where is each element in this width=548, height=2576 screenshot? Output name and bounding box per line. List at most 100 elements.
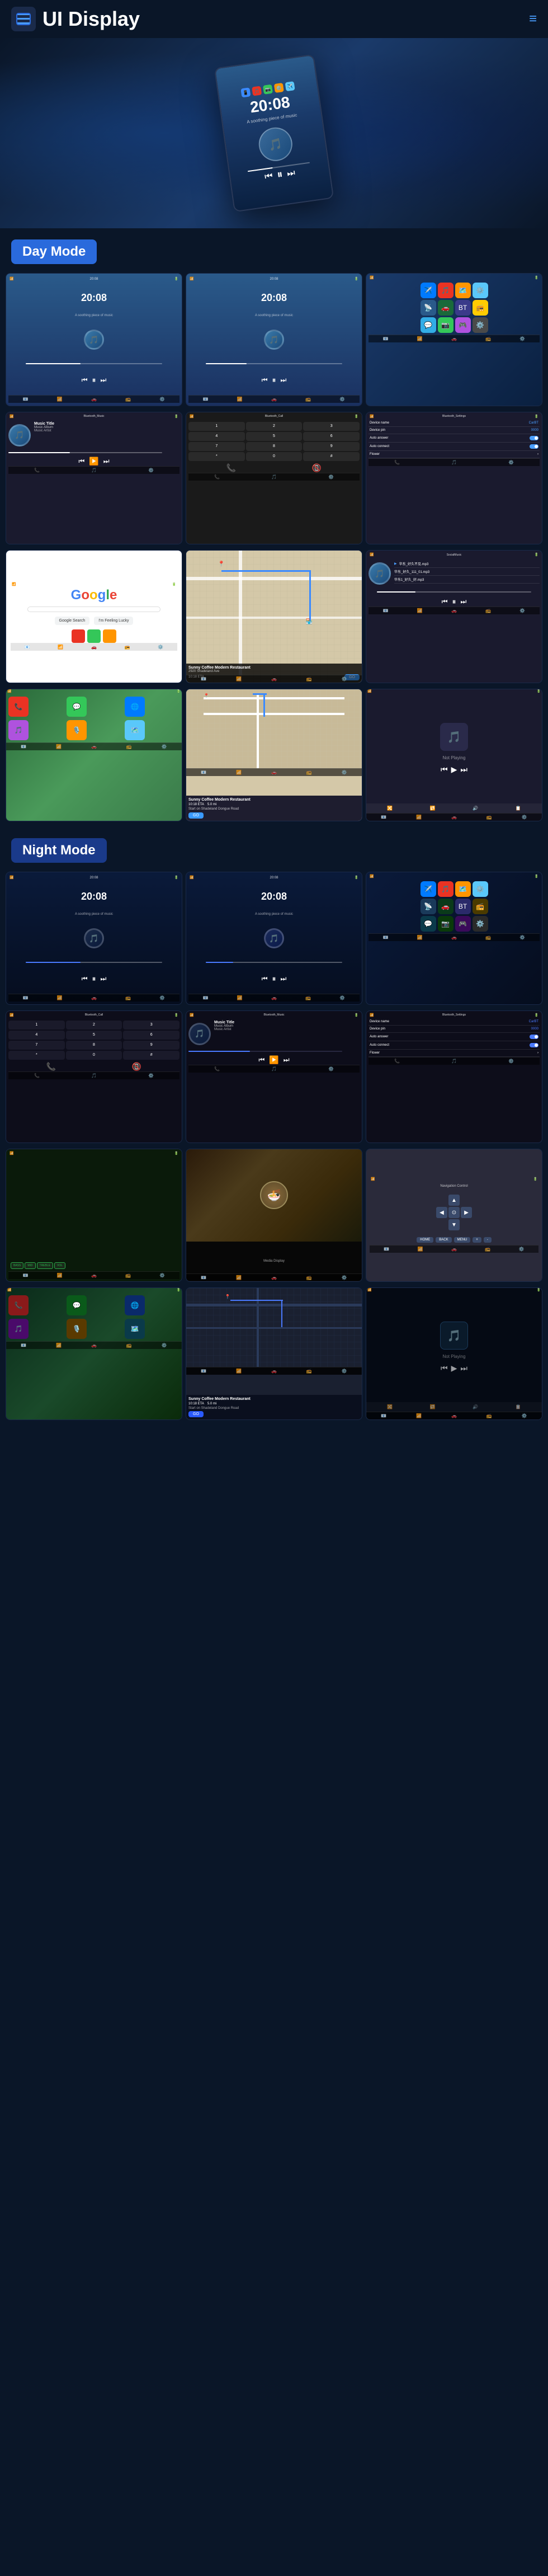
dial-star[interactable]: * (188, 452, 245, 461)
arrow-btn-2[interactable]: BACK (436, 1237, 451, 1243)
launch-podcast[interactable]: 🎙️ (67, 720, 87, 740)
night-media-ctrl-2[interactable]: 🔁 (430, 1404, 436, 1409)
arrow-btn-1[interactable]: HOME (417, 1237, 433, 1243)
dir-down[interactable]: ▼ (448, 1219, 460, 1230)
dial-9[interactable]: 9 (303, 442, 360, 451)
bt-play[interactable]: ▶️ (89, 457, 98, 466)
route-go-btn[interactable]: GO (188, 812, 204, 819)
prev-2[interactable]: ⏮ (262, 376, 268, 384)
night-dial-3[interactable]: 3 (123, 1021, 179, 1030)
night-media-ctrl-4[interactable]: 📋 (516, 1404, 521, 1409)
app-icon-9[interactable]: 💬 (421, 317, 436, 333)
dial-2[interactable]: 2 (246, 422, 303, 431)
night-launch-safari[interactable]: 🌐 (125, 1295, 145, 1315)
night-media-play[interactable]: ▶ (451, 1364, 457, 1373)
night-prev-2[interactable]: ⏮ (262, 975, 268, 983)
wave-ctrl-4[interactable]: VOL (54, 1262, 65, 1269)
night-bt-next[interactable]: ⏭ (284, 1056, 290, 1064)
night-dial-7[interactable]: 7 (8, 1041, 65, 1050)
media-play[interactable]: ▶ (451, 765, 457, 774)
night-dial-0[interactable]: 0 (66, 1051, 122, 1060)
social-prev[interactable]: ⏮ (442, 598, 448, 606)
night-launch-podcast[interactable]: 🎙️ (67, 1319, 87, 1339)
night-prev-1[interactable]: ⏮ (82, 975, 88, 983)
wave-ctrl-2[interactable]: MID (25, 1262, 35, 1269)
play-pause-button[interactable]: ⏸ (276, 168, 284, 182)
night-nav-go-btn[interactable]: GO (188, 1411, 204, 1417)
launch-maps[interactable]: 🗺️ (125, 720, 145, 740)
dir-center[interactable]: ⊙ (448, 1207, 460, 1218)
social-next[interactable]: ⏭ (461, 598, 467, 606)
night-app-7[interactable]: BT (455, 899, 471, 914)
next-1[interactable]: ⏭ (101, 376, 107, 384)
media-ctrl-3[interactable]: 🔊 (473, 806, 478, 811)
dial-1[interactable]: 1 (188, 422, 245, 431)
night-app-3[interactable]: 🗺️ (455, 881, 471, 897)
dial-0[interactable]: 0 (246, 452, 303, 461)
night-app-2[interactable]: 🎵 (438, 881, 453, 897)
end-call-button[interactable]: 📵 (312, 463, 322, 473)
app-icon-12[interactable]: ⚙️ (473, 317, 488, 333)
launch-msg[interactable]: 💬 (67, 697, 87, 717)
night-media-next[interactable]: ⏭ (460, 1364, 467, 1373)
google-search-btn[interactable]: Google Search (55, 617, 90, 625)
menu-icon[interactable]: ≡ (529, 11, 537, 27)
social-play[interactable]: ⏸ (452, 597, 456, 607)
night-launch-maps[interactable]: 🗺️ (125, 1319, 145, 1339)
social-item-1[interactable]: ▶ 华东_好久不见.mp3 (394, 560, 540, 568)
night-launch-msg[interactable]: 💬 (67, 1295, 87, 1315)
night-call-btn[interactable]: 📞 (46, 1062, 56, 1071)
app-icon-8[interactable]: 📻 (473, 300, 488, 316)
bt-prev[interactable]: ⏮ (78, 457, 84, 466)
dial-5[interactable]: 5 (246, 432, 303, 441)
dial-7[interactable]: 7 (188, 442, 245, 451)
night-dial-9[interactable]: 9 (123, 1041, 179, 1050)
arrow-btn-4[interactable]: + (473, 1237, 481, 1243)
prev-button[interactable]: ⏮ (264, 171, 273, 182)
app-icon-3[interactable]: 🗺️ (455, 283, 471, 298)
bt-next[interactable]: ⏭ (103, 457, 110, 466)
prev-1[interactable]: ⏮ (82, 376, 88, 384)
night-dial-star[interactable]: * (8, 1051, 65, 1060)
night-app-5[interactable]: 📡 (421, 899, 436, 914)
app-icon-5[interactable]: 📡 (421, 300, 436, 316)
night-bt-prev[interactable]: ⏮ (258, 1056, 264, 1064)
night-app-1[interactable]: ✈️ (421, 881, 436, 897)
arrow-btn-5[interactable]: - (484, 1237, 492, 1243)
launch-phone[interactable]: 📞 (8, 697, 29, 717)
night-dial-6[interactable]: 6 (123, 1031, 179, 1040)
wave-ctrl-1[interactable]: BASS (11, 1262, 23, 1269)
media-ctrl-1[interactable]: 🔀 (387, 806, 393, 811)
app-icon-11[interactable]: 🎮 (455, 317, 471, 333)
night-app-9[interactable]: 💬 (421, 916, 436, 932)
app-icon-4[interactable]: ⚙️ (473, 283, 488, 298)
next-2[interactable]: ⏭ (281, 376, 287, 384)
dial-hash[interactable]: # (303, 452, 360, 461)
app-icon-10[interactable]: 📷 (438, 317, 453, 333)
media-ctrl-4[interactable]: 📋 (516, 806, 521, 811)
night-play-1[interactable]: ⏸ (92, 974, 96, 984)
night-media-ctrl-3[interactable]: 🔊 (473, 1404, 478, 1409)
auto-connect-toggle[interactable] (530, 444, 538, 449)
app-icon-7[interactable]: BT (455, 300, 471, 316)
social-item-2[interactable]: 华东_好久_111_01.mp3 (394, 568, 540, 576)
arrow-btn-3[interactable]: MENU (454, 1237, 471, 1243)
launch-music[interactable]: 🎵 (8, 720, 29, 740)
google-search-box[interactable] (27, 607, 160, 612)
wave-ctrl-3[interactable]: TREBLE (37, 1262, 53, 1269)
night-dial-1[interactable]: 1 (8, 1021, 65, 1030)
media-ctrl-2[interactable]: 🔁 (430, 806, 436, 811)
night-app-6[interactable]: 🚗 (438, 899, 453, 914)
google-feeling-btn[interactable]: I'm Feeling Lucky (94, 617, 133, 625)
night-app-11[interactable]: 🎮 (455, 916, 471, 932)
night-next-1[interactable]: ⏭ (101, 975, 107, 983)
launch-safari[interactable]: 🌐 (125, 697, 145, 717)
dir-left[interactable]: ◀ (436, 1207, 447, 1218)
dir-up[interactable]: ▲ (448, 1195, 460, 1206)
night-launch-phone[interactable]: 📞 (8, 1295, 29, 1315)
app-icon-1[interactable]: ✈️ (421, 283, 436, 298)
dial-3[interactable]: 3 (303, 422, 360, 431)
night-dial-hash[interactable]: # (123, 1051, 179, 1060)
social-item-3[interactable]: 华东1_好久_好.mp3 (394, 576, 540, 584)
night-end-call-btn[interactable]: 📵 (132, 1062, 141, 1071)
